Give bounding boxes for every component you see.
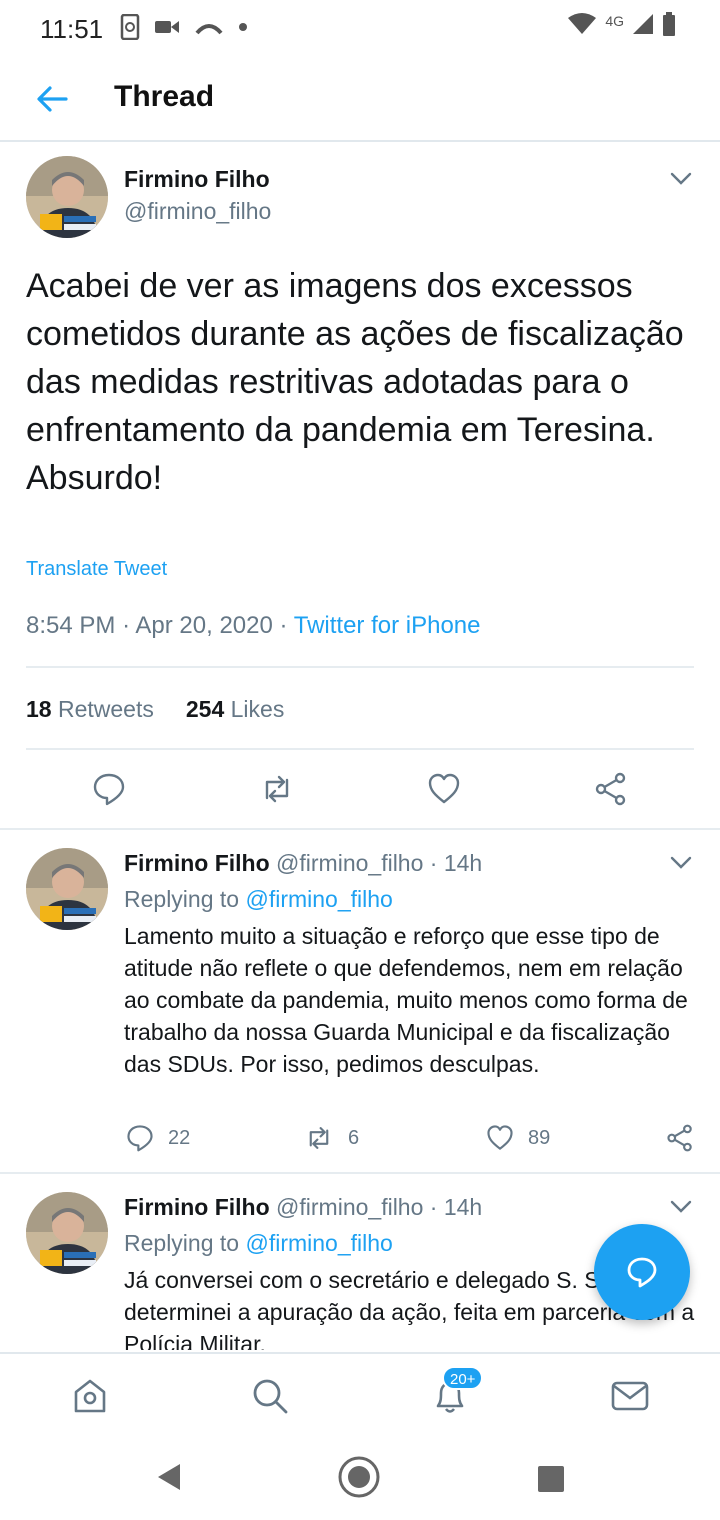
search-icon[interactable]	[250, 1376, 290, 1416]
reply-icon	[127, 1125, 153, 1152]
divider	[26, 666, 694, 668]
avatar[interactable]	[26, 1192, 108, 1274]
author-handle[interactable]: @firmino_filho	[276, 850, 423, 876]
header: Thread	[0, 56, 720, 142]
status-time: 11:51	[40, 14, 104, 44]
tweet-source-link[interactable]: Twitter for iPhone	[294, 612, 481, 639]
compose-reply-button[interactable]	[594, 1224, 690, 1320]
reply-header: Firmino Filho @firmino_filho · 14h	[124, 850, 482, 877]
nav-back-icon[interactable]	[156, 1462, 182, 1492]
chevron-down-icon[interactable]	[670, 172, 692, 186]
retweets-count: 18	[26, 696, 52, 722]
status-right-icons: 4G	[567, 12, 676, 36]
chevron-down-icon[interactable]	[670, 856, 692, 870]
nav-home-icon[interactable]	[338, 1456, 380, 1498]
retweet-icon[interactable]	[260, 772, 294, 806]
like-button[interactable]: 89	[486, 1124, 550, 1152]
avatar-photo	[26, 848, 108, 930]
tweet-text: Acabei de ver as imagens dos excessos co…	[26, 267, 684, 497]
chevron-down-icon[interactable]	[670, 1200, 692, 1214]
divider	[0, 828, 720, 830]
author-name[interactable]: Firmino Filho	[124, 1194, 270, 1220]
wifi-icon	[568, 13, 597, 34]
likes-label: Likes	[230, 696, 285, 722]
like-heart-icon[interactable]	[427, 772, 461, 806]
meta-separator: ·	[429, 1194, 438, 1220]
like-heart-icon	[487, 1125, 513, 1150]
share-icon	[667, 1124, 692, 1152]
battery-icon	[663, 12, 675, 36]
reply-age: 14h	[443, 850, 483, 876]
tweet-actions	[0, 772, 720, 812]
replying-to: Replying to @firmino_filho	[124, 886, 393, 913]
phone-sync-icon	[120, 14, 140, 40]
reply-button[interactable]: 22	[126, 1124, 190, 1152]
reply-icon	[627, 1257, 657, 1288]
share-icon[interactable]	[594, 772, 628, 806]
meta-separator: ·	[429, 850, 438, 876]
avatar-photo	[26, 1192, 108, 1274]
tweet-time: 8:54 PM	[26, 612, 116, 639]
translate-link[interactable]: Translate Tweet	[26, 558, 167, 581]
author-handle[interactable]: @firmino_filho	[276, 1194, 423, 1220]
retweets-stat[interactable]: 18 Retweets	[26, 696, 154, 723]
author-name[interactable]: Firmino Filho	[124, 850, 270, 876]
divider	[26, 748, 694, 750]
system-navigation-bar	[0, 1438, 720, 1520]
page-title: Thread	[114, 80, 215, 113]
replying-to-link[interactable]: @firmino_filho	[245, 1230, 392, 1256]
replying-to: Replying to @firmino_filho	[124, 1230, 393, 1257]
retweet-icon	[309, 1127, 329, 1149]
retweet-button[interactable]: 6	[304, 1124, 359, 1152]
meta-separator: ·	[122, 612, 131, 639]
avatar-photo	[26, 156, 108, 238]
signal-icon	[633, 14, 653, 34]
author-handle[interactable]: @firmino_filho	[124, 198, 271, 225]
replying-label: Replying to	[124, 886, 240, 912]
reply-icon[interactable]	[92, 772, 126, 806]
network-type: 4G	[605, 13, 624, 29]
tweet-stats: 18 Retweets 254 Likes	[26, 696, 284, 723]
reply-count: 22	[168, 1126, 191, 1149]
status-notification-icons	[120, 14, 248, 40]
arc-icon	[195, 24, 223, 35]
avatar[interactable]	[26, 156, 108, 238]
tweet-date: Apr 20, 2020	[135, 612, 273, 639]
retweets-label: Retweets	[57, 696, 154, 722]
avatar[interactable]	[26, 848, 108, 930]
status-bar: 11:51 4G	[0, 0, 720, 56]
nav-recents-icon[interactable]	[538, 1466, 564, 1492]
reply-header: Firmino Filho @firmino_filho · 14h	[124, 1194, 482, 1221]
replying-to-link[interactable]: @firmino_filho	[245, 886, 392, 912]
video-icon	[155, 21, 179, 33]
likes-stat[interactable]: 254 Likes	[186, 696, 284, 723]
reply-actions: 22 6 89	[0, 1124, 720, 1154]
reply-text: Lamento muito a situação e reforço que e…	[124, 923, 688, 1077]
replying-label: Replying to	[124, 1230, 240, 1256]
likes-count: 254	[185, 696, 225, 722]
meta-separator: ·	[279, 612, 288, 639]
retweet-count: 6	[348, 1126, 360, 1149]
home-icon[interactable]	[70, 1376, 110, 1416]
bottom-tab-bar: 20+	[0, 1352, 720, 1438]
author-name[interactable]: Firmino Filho	[124, 166, 270, 193]
share-button[interactable]	[666, 1124, 694, 1152]
notifications-badge: 20+	[442, 1366, 484, 1390]
dot-icon	[239, 23, 247, 31]
reply-age: 14h	[443, 1194, 483, 1220]
like-count: 89	[528, 1126, 551, 1149]
messages-mail-icon[interactable]	[610, 1376, 650, 1416]
tweet-timestamp: 8:54 PM · Apr 20, 2020 · Twitter for iPh…	[26, 612, 481, 640]
back-arrow-icon[interactable]	[34, 82, 70, 116]
